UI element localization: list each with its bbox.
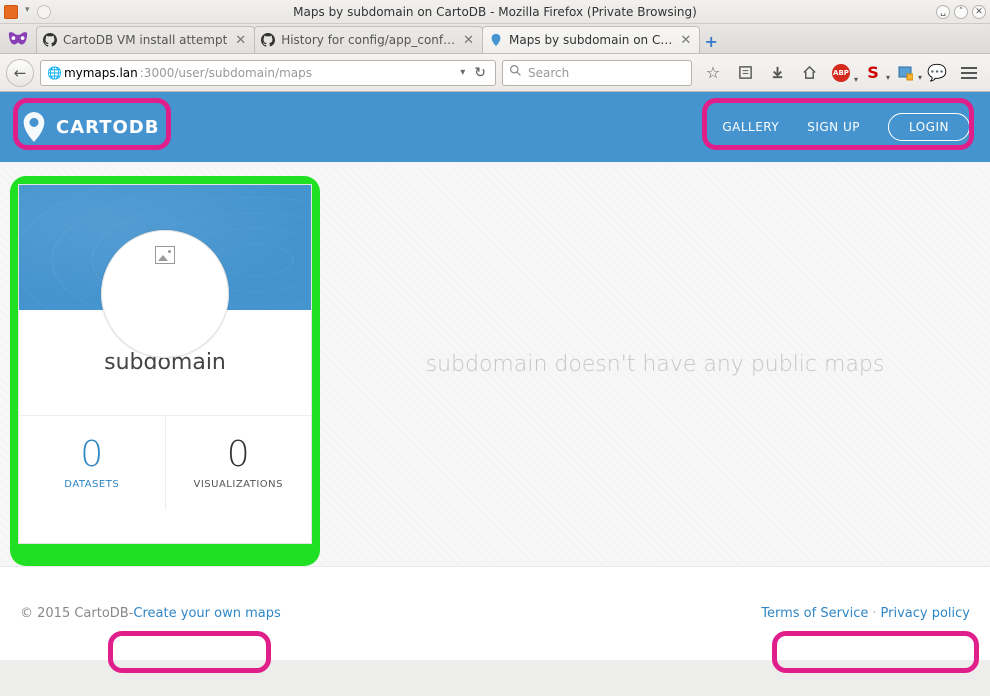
footer-dot: ·	[868, 606, 880, 621]
empty-state-message: subdomain doesn't have any public maps	[320, 162, 990, 566]
page-body: subdomain 0 DATASETS 0 VISUALIZATIONS su…	[0, 162, 990, 566]
new-tab-button[interactable]: +	[699, 29, 723, 53]
reload-button[interactable]: ↻	[471, 65, 489, 81]
navigation-toolbar: ← 🌐 mymaps.lan :3000/user/subdomain/maps…	[0, 54, 990, 92]
profile-banner	[19, 185, 311, 310]
url-path: :3000/user/subdomain/maps	[140, 66, 312, 80]
search-icon	[509, 64, 522, 81]
app-icon	[4, 5, 18, 19]
footer-privacy-link[interactable]: Privacy policy	[881, 606, 970, 621]
back-button[interactable]: ←	[6, 59, 34, 87]
profile-stats: 0 DATASETS 0 VISUALIZATIONS	[19, 415, 311, 510]
tab-3-label: Maps by subdomain on C…	[509, 33, 672, 47]
tab-3-close[interactable]: ✕	[678, 33, 693, 48]
profile-card-highlight: subdomain 0 DATASETS 0 VISUALIZATIONS	[10, 176, 320, 566]
stat-datasets[interactable]: 0 DATASETS	[19, 416, 166, 510]
tab-2-label: History for config/app_conf…	[281, 33, 455, 47]
private-browsing-icon	[0, 25, 36, 53]
logo-text: CARTODB	[56, 117, 159, 138]
url-dropdown-caret[interactable]: ▾	[456, 67, 469, 78]
footer-copyright: © 2015 CartoDB	[20, 606, 129, 621]
avatar	[101, 230, 229, 358]
nav-signup[interactable]: SIGN UP	[807, 120, 860, 134]
close-button[interactable]: ✕	[972, 5, 986, 19]
profile-card: subdomain 0 DATASETS 0 VISUALIZATIONS	[18, 184, 312, 544]
tab-strip: CartoDB VM install attempt ✕ History for…	[0, 24, 990, 54]
header-nav: GALLERY SIGN UP LOGIN	[722, 113, 970, 141]
url-bar[interactable]: 🌐 mymaps.lan :3000/user/subdomain/maps ▾…	[40, 60, 496, 86]
minimize-button[interactable]: ␣	[936, 5, 950, 19]
titlebar-left-icons: ▾	[0, 5, 51, 19]
stat-visualizations[interactable]: 0 VISUALIZATIONS	[166, 416, 312, 510]
github-icon	[261, 33, 275, 47]
datasets-label: DATASETS	[64, 479, 119, 490]
nav-login[interactable]: LOGIN	[888, 113, 970, 141]
cartodb-logo[interactable]: CARTODB	[20, 111, 159, 143]
maximize-button[interactable]: ˄	[954, 5, 968, 19]
chat-icon[interactable]: 💬	[928, 64, 946, 82]
window-buttons: ␣ ˄ ✕	[936, 5, 986, 19]
reader-icon[interactable]	[736, 64, 754, 82]
toolbar-icons: ☆ ABP▾ S▾ ▾ 💬	[698, 64, 984, 82]
datasets-count: 0	[80, 437, 103, 473]
window-titlebar: ▾ Maps by subdomain on CartoDB - Mozilla…	[0, 0, 990, 24]
footer-tos-link[interactable]: Terms of Service	[761, 606, 868, 621]
s-icon[interactable]: S▾	[864, 64, 882, 82]
tab-1-close[interactable]: ✕	[233, 33, 248, 48]
footer-create-link[interactable]: Create your own maps	[133, 606, 280, 621]
cartodb-icon	[489, 33, 503, 47]
search-placeholder: Search	[528, 66, 569, 80]
nav-gallery[interactable]: GALLERY	[722, 120, 779, 134]
tab-3-active[interactable]: Maps by subdomain on C… ✕	[482, 26, 700, 53]
image-placeholder-icon	[155, 246, 175, 264]
menu-button[interactable]	[960, 64, 978, 82]
app-menu-caret[interactable]: ▾	[22, 5, 33, 19]
tab-1[interactable]: CartoDB VM install attempt ✕	[36, 26, 255, 53]
tab-2[interactable]: History for config/app_conf… ✕	[254, 26, 483, 53]
footer: © 2015 CartoDB - Create your own maps Te…	[0, 566, 990, 660]
tab-1-label: CartoDB VM install attempt	[63, 33, 227, 47]
viz-label: VISUALIZATIONS	[194, 479, 284, 490]
home-icon[interactable]	[800, 64, 818, 82]
window-title: Maps by subdomain on CartoDB - Mozilla F…	[0, 5, 990, 19]
url-host: mymaps.lan	[64, 66, 138, 80]
github-icon	[43, 33, 57, 47]
bookmark-star-icon[interactable]: ☆	[704, 64, 722, 82]
tab-2-close[interactable]: ✕	[461, 33, 476, 48]
adblock-icon[interactable]: ABP▾	[832, 64, 850, 82]
page-header: CARTODB GALLERY SIGN UP LOGIN	[0, 92, 990, 162]
viz-count: 0	[227, 437, 250, 473]
globe-icon: 🌐	[47, 66, 62, 80]
screenshot-icon[interactable]: ▾	[896, 64, 914, 82]
download-icon[interactable]	[768, 64, 786, 82]
search-bar[interactable]: Search	[502, 60, 692, 86]
pin-icon[interactable]	[37, 5, 51, 19]
